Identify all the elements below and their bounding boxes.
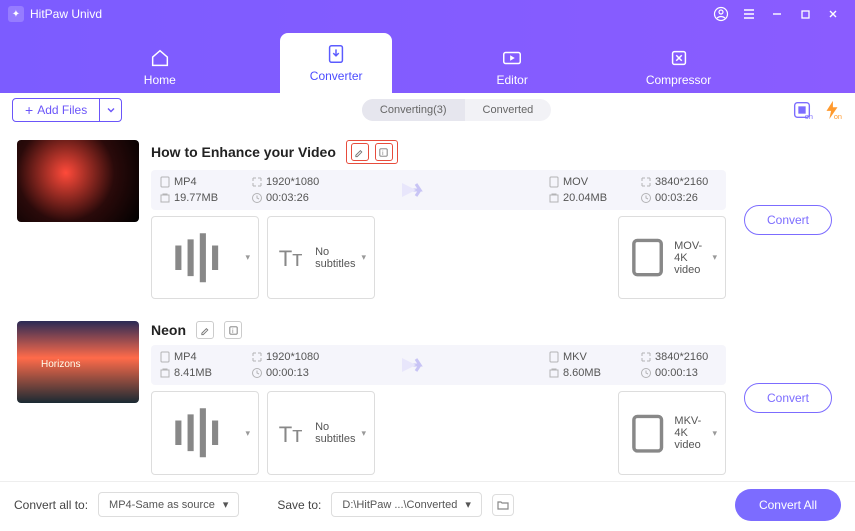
list-item[interactable]: Neon i MP4 1920*1080 8.41MB 00:00:13 MKV 3840*2…	[12, 312, 843, 481]
src-resolution: 1920*1080	[251, 176, 329, 188]
dst-size: 8.60MB	[548, 367, 626, 379]
item-title: How to Enhance your Video	[151, 144, 336, 160]
app-title: HitPaw Univd	[30, 7, 102, 21]
dst-duration: 00:00:13	[640, 367, 718, 379]
edit-icon[interactable]	[196, 321, 214, 339]
nav-editor[interactable]: Editor	[482, 41, 541, 93]
subtabs: Converting(3) Converted	[362, 99, 551, 121]
svg-text:on: on	[805, 112, 813, 121]
minimize-button[interactable]	[763, 4, 791, 24]
info-icon[interactable]: i	[375, 143, 393, 161]
convert-all-format-value: MP4-Same as source	[109, 499, 215, 511]
info-icon[interactable]: i	[224, 321, 242, 339]
account-icon[interactable]	[707, 4, 735, 24]
save-to-value: D:\HitPaw ...\Converted	[342, 499, 457, 511]
add-files-dropdown[interactable]	[99, 99, 121, 121]
src-format: MP4	[159, 351, 237, 363]
dst-format: MKV	[548, 351, 626, 363]
list-item[interactable]: How to Enhance your Video i MP4 1920*1080 19…	[12, 131, 843, 308]
src-size: 8.41MB	[159, 367, 237, 379]
hw-accel-icon[interactable]: on	[791, 99, 813, 121]
add-files-group: +Add Files	[12, 98, 122, 122]
convert-button[interactable]: Convert	[744, 205, 832, 235]
src-format: MP4	[159, 176, 237, 188]
audio-select[interactable]: Keep all audio tr...▾	[151, 216, 259, 299]
subtitle-select[interactable]: TтNo subtitles▾	[267, 391, 375, 474]
svg-text:Tт: Tт	[279, 421, 303, 446]
nav-label: Compressor	[646, 73, 711, 87]
dst-resolution: 3840*2160	[640, 176, 718, 188]
compressor-icon	[668, 47, 690, 69]
nav-converter[interactable]: Converter	[280, 33, 393, 93]
convert-all-format-select[interactable]: MP4-Same as source▾	[98, 492, 239, 517]
editor-icon	[501, 47, 523, 69]
close-button[interactable]	[819, 4, 847, 24]
nav-label: Home	[144, 73, 176, 87]
src-size: 19.77MB	[159, 192, 237, 204]
subtitle-value: No subtitles	[315, 246, 355, 270]
src-duration: 00:00:13	[251, 367, 329, 379]
src-duration: 00:03:26	[251, 192, 329, 204]
convert-all-to-label: Convert all to:	[14, 498, 88, 512]
thumbnail[interactable]	[17, 321, 139, 403]
audio-select[interactable]: Keep all audio tr...▾	[151, 391, 259, 474]
subtitle-value: No subtitles	[315, 421, 355, 445]
maximize-button[interactable]	[791, 4, 819, 24]
svg-text:Tт: Tт	[279, 246, 303, 271]
svg-text:on: on	[834, 112, 842, 121]
convert-all-button[interactable]: Convert All	[735, 489, 841, 521]
svg-text:i: i	[383, 149, 384, 156]
lightning-icon[interactable]: on	[821, 99, 843, 121]
preset-value: MOV-4K video	[674, 240, 706, 276]
menu-icon[interactable]	[735, 4, 763, 24]
app-logo: ✦	[8, 6, 24, 22]
convert-button[interactable]: Convert	[744, 383, 832, 413]
nav-home[interactable]: Home	[130, 41, 190, 93]
add-files-button[interactable]: +Add Files	[13, 99, 99, 121]
nav-label: Editor	[496, 73, 527, 87]
dst-size: 20.04MB	[548, 192, 626, 204]
subtab-converted[interactable]: Converted	[465, 99, 552, 121]
preset-select[interactable]: MOV-4K video▾	[618, 216, 726, 299]
converter-icon	[325, 43, 347, 65]
preset-value: MKV-4K video	[674, 415, 706, 451]
home-icon	[149, 47, 171, 69]
open-folder-button[interactable]	[492, 494, 514, 516]
subtab-converting[interactable]: Converting(3)	[362, 99, 465, 121]
item-title: Neon	[151, 322, 186, 338]
save-to-label: Save to:	[277, 498, 321, 512]
src-resolution: 1920*1080	[251, 351, 329, 363]
save-to-select[interactable]: D:\HitPaw ...\Converted▾	[331, 492, 481, 517]
add-files-label: Add Files	[37, 103, 87, 117]
preset-select[interactable]: MKV-4K video▾	[618, 391, 726, 474]
dst-format: MOV	[548, 176, 626, 188]
dst-resolution: 3840*2160	[640, 351, 718, 363]
nav-compressor[interactable]: Compressor	[632, 41, 725, 93]
nav-label: Converter	[310, 69, 363, 83]
subtitle-select[interactable]: TтNo subtitles▾	[267, 216, 375, 299]
thumbnail[interactable]	[17, 140, 139, 222]
edit-icon[interactable]	[351, 143, 369, 161]
dst-duration: 00:03:26	[640, 192, 718, 204]
svg-text:i: i	[232, 328, 233, 335]
